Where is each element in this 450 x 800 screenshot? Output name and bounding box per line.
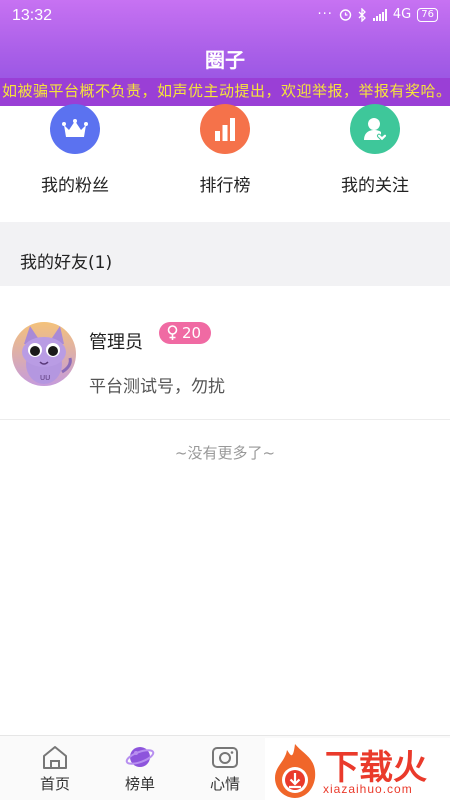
female-icon	[167, 325, 178, 340]
watermark-url: xiazaihuo.com	[323, 782, 413, 796]
header-bar: 13:32 ··· 4G 76 圈子 如被骗平台概不负责，如声优主动提出，欢迎举…	[0, 0, 450, 106]
planet-icon	[125, 743, 155, 771]
friend-signature: 平台测试号，勿扰	[89, 377, 225, 397]
badge-value: 20	[182, 324, 202, 342]
tab-label: 首页	[39, 775, 70, 793]
signal-icon	[372, 8, 387, 21]
status-icons: ··· 4G 76	[317, 7, 438, 22]
friends-section-header: 我的好友(1)	[0, 222, 450, 286]
crown-icon	[50, 104, 100, 154]
avatar[interactable]: UU	[12, 322, 76, 386]
watermark: 下载火 xiazaihuo.com	[265, 738, 450, 800]
quick-action-ranking[interactable]: 排行榜	[150, 104, 300, 222]
status-time: 13:32	[12, 7, 53, 24]
svg-text:UU: UU	[40, 374, 50, 382]
tab-ranking[interactable]: 榜单	[100, 736, 180, 800]
friend-list-item[interactable]: UU 管理员 20 平台测试号，勿扰	[0, 286, 450, 420]
battery-icon: 76	[417, 7, 438, 22]
tab-label: 榜单	[124, 775, 155, 793]
tab-label: 心情	[209, 775, 240, 793]
quick-action-label: 排行榜	[199, 176, 251, 196]
tab-home[interactable]: 首页	[15, 736, 95, 800]
status-bar: 13:32 ··· 4G 76	[0, 0, 450, 32]
quick-action-following[interactable]: 我的关注	[300, 104, 450, 222]
quick-action-fans[interactable]: 我的粉丝	[0, 104, 150, 222]
user-heart-icon	[350, 104, 400, 154]
flame-logo-icon	[275, 744, 316, 798]
camera-icon	[210, 743, 240, 771]
notice-marquee: 如被骗平台概不负责，如声优主动提出，欢迎举报，举报有奖哈。	[0, 78, 450, 106]
notice-text: 如被骗平台概不负责，如声优主动提出，欢迎举报，举报有奖哈。	[2, 82, 450, 100]
gender-age-badge: 20	[159, 322, 212, 344]
bluetooth-icon	[358, 7, 366, 22]
quick-actions: 我的粉丝 排行榜 我的关注	[0, 104, 450, 222]
alarm-icon	[339, 9, 352, 21]
quick-action-label: 我的关注	[341, 176, 409, 196]
page-title: 圈子	[205, 48, 245, 72]
network-type: 4G	[392, 7, 412, 22]
section-title: 我的好友(1)	[20, 253, 113, 273]
home-icon	[40, 743, 70, 771]
quick-action-label: 我的粉丝	[41, 176, 109, 196]
more-dots-icon: ···	[317, 7, 333, 22]
app-screen: 13:32 ··· 4G 76 圈子 如被骗平台概不负责，如声优主动提出，欢迎举…	[0, 0, 450, 800]
list-end-text: ~没有更多了~	[174, 444, 276, 462]
tab-mood[interactable]: 心情	[185, 736, 265, 800]
friend-name: 管理员	[89, 332, 143, 353]
bar-chart-icon	[200, 104, 250, 154]
